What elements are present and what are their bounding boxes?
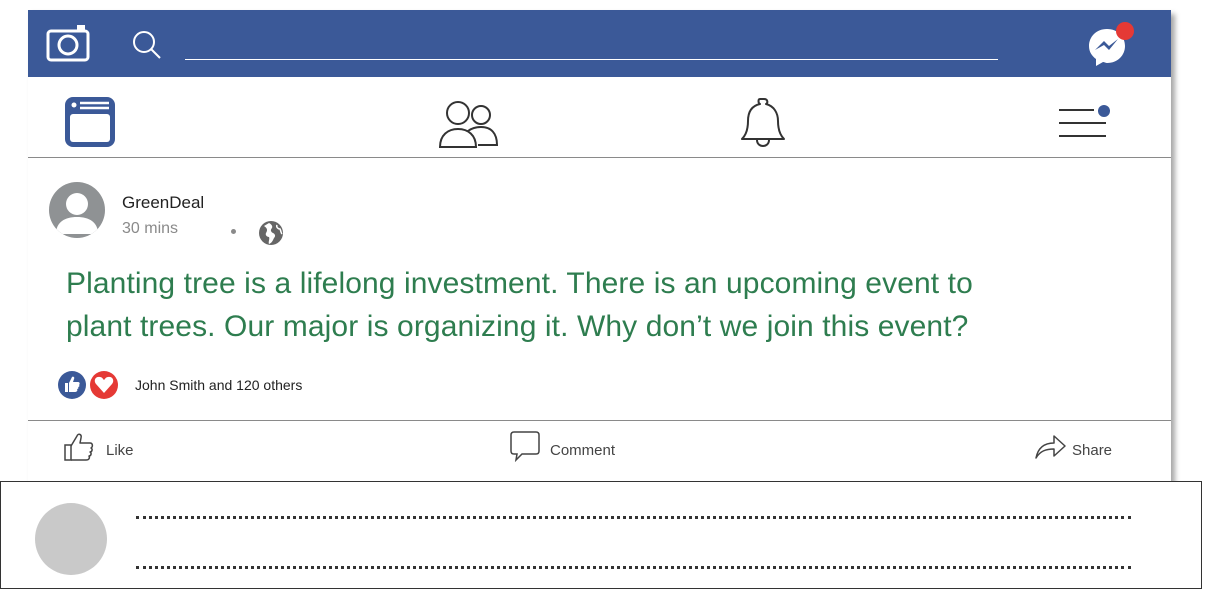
author-avatar[interactable] bbox=[49, 182, 105, 238]
comment-box bbox=[0, 481, 1202, 589]
search-icon[interactable] bbox=[131, 29, 163, 61]
actions-divider bbox=[28, 420, 1171, 421]
comment-button[interactable]: Comment bbox=[510, 430, 650, 464]
share-button[interactable]: Share bbox=[1034, 430, 1144, 464]
commenter-avatar bbox=[35, 503, 107, 575]
menu-notification-dot bbox=[1098, 105, 1110, 117]
comment-line-1[interactable] bbox=[136, 516, 1131, 519]
post-text: Planting tree is a lifelong investment. … bbox=[66, 262, 1156, 348]
share-label: Share bbox=[1072, 442, 1113, 459]
comment-label: Comment bbox=[550, 442, 616, 459]
comment-line-2[interactable] bbox=[136, 566, 1131, 569]
post-time: 30 mins bbox=[122, 220, 179, 237]
post-text-line-2: plant trees. Our major is organizing it.… bbox=[66, 310, 969, 343]
top-bar bbox=[28, 10, 1171, 77]
person-silhouette-icon bbox=[56, 193, 98, 234]
search-input[interactable] bbox=[185, 59, 998, 60]
bell-icon[interactable] bbox=[740, 95, 786, 151]
like-label: Like bbox=[106, 442, 134, 459]
reactions-bar[interactable]: John Smith and 120 others bbox=[58, 370, 458, 400]
post-card: GreenDeal 30 mins Planting tree is a lif… bbox=[28, 10, 1171, 485]
globe-icon bbox=[259, 221, 283, 245]
thumbs-up-icon bbox=[64, 433, 94, 461]
messenger-notification-badge bbox=[1116, 22, 1134, 40]
like-button[interactable]: Like bbox=[64, 430, 184, 464]
love-reaction-icon bbox=[90, 371, 118, 399]
nav-bar bbox=[28, 77, 1171, 158]
author-name[interactable]: GreenDeal bbox=[122, 193, 204, 213]
camera-icon[interactable] bbox=[46, 24, 90, 62]
friends-icon[interactable] bbox=[438, 97, 500, 149]
like-reaction-icon bbox=[58, 371, 86, 399]
post-text-line-1: Planting tree is a lifelong investment. … bbox=[66, 267, 973, 300]
post-header: GreenDeal 30 mins bbox=[28, 159, 1171, 249]
reactions-summary[interactable]: John Smith and 120 others bbox=[135, 377, 302, 393]
comment-icon bbox=[510, 431, 540, 462]
meta-separator-dot bbox=[231, 229, 236, 234]
share-arrow-icon bbox=[1035, 435, 1066, 459]
news-feed-icon[interactable] bbox=[63, 95, 117, 149]
